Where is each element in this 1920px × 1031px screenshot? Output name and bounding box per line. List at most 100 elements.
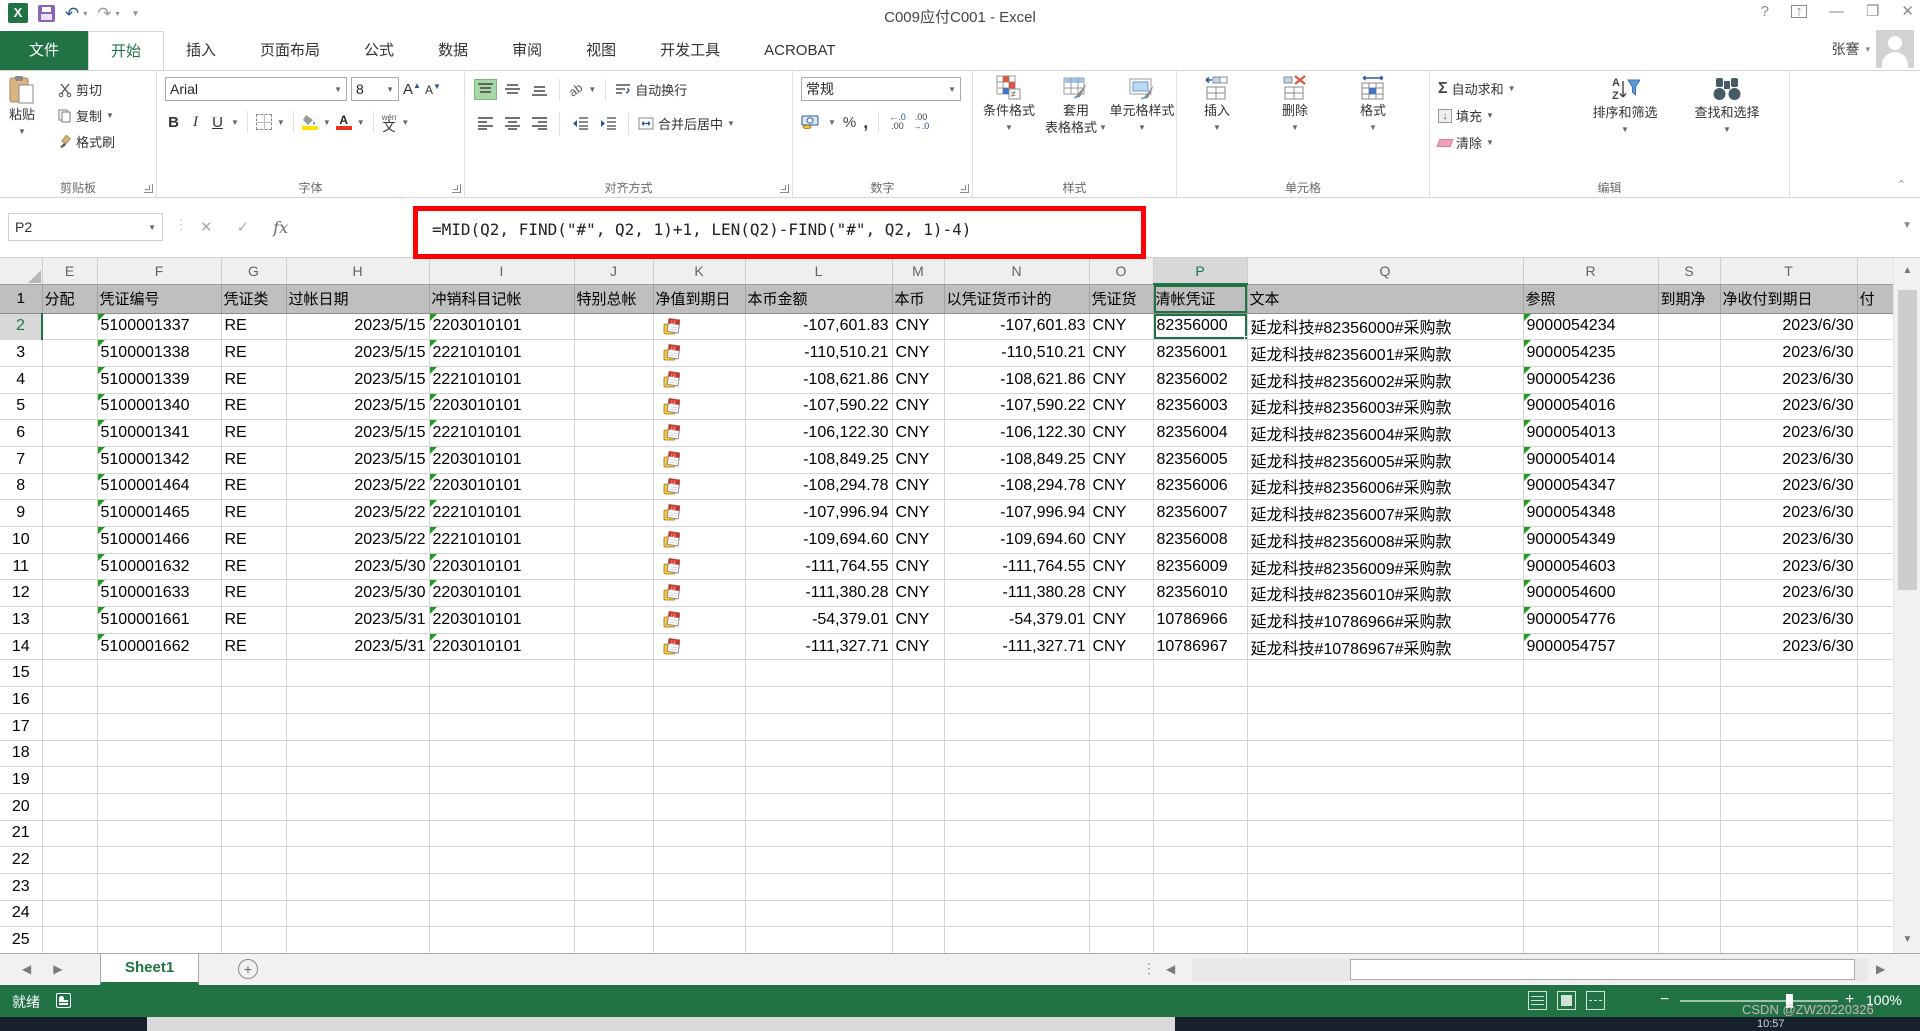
cell-O10[interactable]: CNY	[1089, 526, 1154, 554]
cell-Q25[interactable]	[1247, 926, 1524, 953]
cell-E4[interactable]	[42, 366, 98, 394]
cell-U15[interactable]	[1857, 659, 1894, 688]
cell-R22[interactable]	[1523, 846, 1659, 874]
increase-indent-button[interactable]	[597, 114, 619, 133]
accounting-format-button[interactable]	[801, 115, 821, 129]
cell-Q22[interactable]	[1247, 846, 1524, 874]
cell-H16[interactable]	[286, 686, 430, 714]
cell-N23[interactable]	[944, 873, 1090, 901]
cell-K21[interactable]	[653, 820, 746, 848]
cell-R21[interactable]	[1523, 820, 1659, 848]
cell-T4[interactable]: 2023/6/30	[1720, 366, 1858, 394]
cell-M18[interactable]	[892, 740, 945, 768]
cell-H23[interactable]	[286, 873, 430, 901]
cell-Q3[interactable]: 延龙科技#82356001#采购款	[1247, 339, 1524, 367]
cell-J11[interactable]	[574, 553, 654, 581]
cell-T6[interactable]: 2023/6/30	[1720, 419, 1858, 447]
paste-button[interactable]: 粘贴 ▼	[8, 75, 36, 139]
cell-N2[interactable]: -107,601.83	[944, 313, 1090, 341]
cell-K11[interactable]: 12	[653, 553, 746, 581]
page-layout-view-icon[interactable]	[1557, 991, 1576, 1010]
cell-K7[interactable]: 12	[653, 446, 746, 474]
cell-T20[interactable]	[1720, 793, 1858, 821]
cell-K19[interactable]	[653, 766, 746, 794]
cell-F9[interactable]: 5100001465	[97, 499, 222, 527]
cell-E12[interactable]	[42, 579, 98, 608]
col-header-partial[interactable]	[1857, 258, 1894, 285]
cell-L5[interactable]: -107,590.22	[745, 393, 893, 421]
cell-N15[interactable]	[944, 659, 1090, 688]
cell-J7[interactable]	[574, 446, 654, 474]
cell-U8[interactable]	[1857, 473, 1894, 501]
cell-P15[interactable]	[1153, 659, 1248, 688]
cell-L4[interactable]: -108,621.86	[745, 366, 893, 394]
cell-J6[interactable]	[574, 419, 654, 447]
cell-H4[interactable]: 2023/5/15	[286, 366, 430, 394]
cell-I9[interactable]: 2221010101	[429, 499, 575, 527]
col-header-M[interactable]: M	[892, 258, 945, 285]
row-header-12[interactable]: 12	[0, 579, 43, 608]
cell-U23[interactable]	[1857, 873, 1894, 901]
cell-H22[interactable]	[286, 846, 430, 874]
tab-开发工具[interactable]: 开发工具	[638, 31, 742, 70]
row-header-15[interactable]: 15	[0, 659, 43, 688]
cell-N4[interactable]: -108,621.86	[944, 366, 1090, 394]
cell-H20[interactable]	[286, 793, 430, 821]
cell-I12[interactable]: 2203010101	[429, 579, 575, 608]
cell-G18[interactable]	[221, 740, 287, 768]
format-as-table-button[interactable]: 套用 表格格式 ▼	[1045, 75, 1107, 135]
cell-P23[interactable]	[1153, 873, 1248, 901]
cell-J9[interactable]	[574, 499, 654, 527]
cell-S22[interactable]	[1658, 846, 1721, 874]
cell-G7[interactable]: RE	[221, 446, 287, 474]
row-header-10[interactable]: 10	[0, 526, 43, 554]
col-header-N[interactable]: N	[944, 258, 1090, 285]
cell-R18[interactable]	[1523, 740, 1659, 768]
cell-K15[interactable]	[653, 659, 746, 688]
cell-E8[interactable]	[42, 473, 98, 501]
cell-Q19[interactable]	[1247, 766, 1524, 794]
col-header-K[interactable]: K	[653, 258, 746, 285]
cell-I7[interactable]: 2203010101	[429, 446, 575, 474]
cell-K22[interactable]	[653, 846, 746, 874]
cell-J12[interactable]	[574, 579, 654, 608]
cell-S10[interactable]	[1658, 526, 1721, 554]
cell-K23[interactable]	[653, 873, 746, 901]
cell-T3[interactable]: 2023/6/30	[1720, 339, 1858, 367]
cell-L7[interactable]: -108,849.25	[745, 446, 893, 474]
cell-S17[interactable]	[1658, 713, 1721, 741]
cell-N21[interactable]	[944, 820, 1090, 848]
cell-F8[interactable]: 5100001464	[97, 473, 222, 501]
row-header-16[interactable]: 16	[0, 686, 43, 714]
cell-E14[interactable]	[42, 633, 98, 661]
cell-H12[interactable]: 2023/5/30	[286, 579, 430, 608]
cell-R12[interactable]: 9000054600	[1523, 579, 1659, 608]
cell-M7[interactable]: CNY	[892, 446, 945, 474]
ribbon-display-options-button[interactable]: ↑	[1790, 4, 1807, 19]
name-box-dropdown-icon[interactable]: ▼	[148, 223, 156, 232]
cell-M4[interactable]: CNY	[892, 366, 945, 394]
cell-M25[interactable]	[892, 926, 945, 953]
cell-S7[interactable]	[1658, 446, 1721, 474]
underline-button[interactable]: U	[209, 114, 226, 131]
font-size-combo[interactable]: 8 ▼	[351, 77, 399, 101]
cell-M9[interactable]: CNY	[892, 499, 945, 527]
cell-G4[interactable]: RE	[221, 366, 287, 394]
cell-S12[interactable]	[1658, 579, 1721, 608]
cell-M17[interactable]	[892, 713, 945, 741]
field-header-F[interactable]: 凭证编号	[97, 284, 222, 314]
shrink-font-button[interactable]: A▼	[425, 82, 441, 97]
cell-U18[interactable]	[1857, 740, 1894, 768]
align-center-button[interactable]	[502, 114, 523, 133]
cell-Q15[interactable]	[1247, 659, 1524, 688]
cell-I4[interactable]: 2221010101	[429, 366, 575, 394]
cell-U13[interactable]	[1857, 606, 1894, 634]
cell-E5[interactable]	[42, 393, 98, 421]
cell-K24[interactable]	[653, 900, 746, 928]
col-header-E[interactable]: E	[42, 258, 98, 285]
cell-R15[interactable]	[1523, 659, 1659, 688]
cell-I3[interactable]: 2221010101	[429, 339, 575, 367]
cell-S4[interactable]	[1658, 366, 1721, 394]
cell-O17[interactable]	[1089, 713, 1154, 741]
cell-L23[interactable]	[745, 873, 893, 901]
